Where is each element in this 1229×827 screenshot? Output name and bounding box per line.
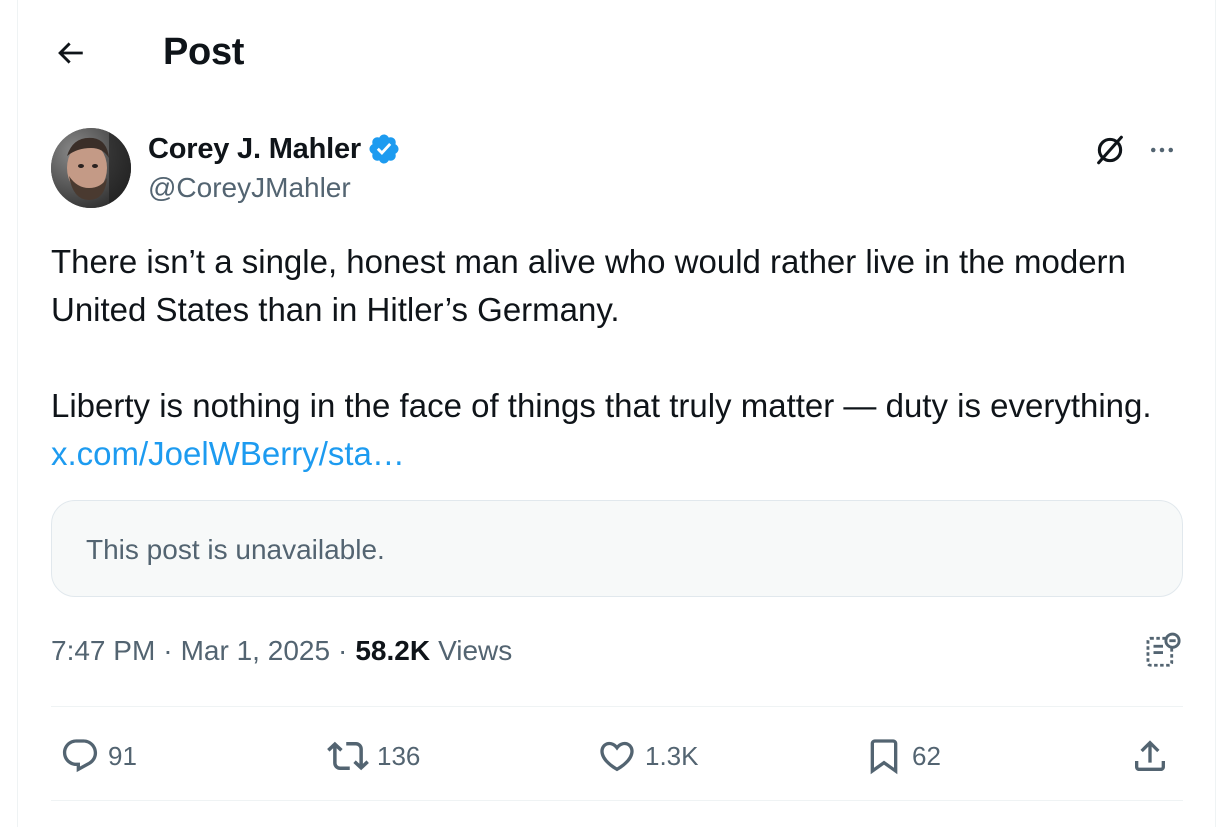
post-text: There isn’t a single, honest man alive w…: [51, 238, 1161, 478]
share-button[interactable]: [1130, 733, 1170, 779]
post-paragraph: There isn’t a single, honest man alive w…: [51, 243, 1126, 328]
divider: [51, 706, 1183, 707]
quoted-post-card[interactable]: This post is unavailable.: [51, 500, 1183, 597]
analytics-icon: [1146, 632, 1181, 667]
more-options-button[interactable]: [1142, 130, 1182, 170]
share-icon: [1135, 740, 1165, 771]
reply-button[interactable]: 91: [60, 733, 137, 779]
verified-badge-icon[interactable]: [367, 132, 401, 166]
back-button[interactable]: [44, 30, 96, 76]
post-analytics-button[interactable]: [1140, 628, 1186, 674]
avatar-image: [51, 128, 131, 208]
bookmark-icon: [870, 739, 898, 775]
meta-separator: ·: [338, 635, 348, 666]
meta-separator: ·: [163, 635, 173, 666]
views-count: 58.2K: [355, 635, 431, 666]
reply-count: 91: [108, 740, 137, 771]
post-paragraph: Liberty is nothing in the face of things…: [51, 382, 1161, 478]
repost-count: 136: [377, 740, 421, 771]
views-label: Views: [438, 635, 513, 666]
like-count: 1.3K: [645, 740, 699, 771]
avatar[interactable]: [51, 128, 131, 208]
bookmark-count: 62: [912, 740, 941, 771]
post-time[interactable]: 7:47 PM: [51, 635, 155, 667]
page-header: Post: [0, 0, 1229, 106]
grok-button[interactable]: [1090, 130, 1130, 170]
post-meta: 7:47 PM · Mar 1, 2025 · 58.2K Views: [51, 635, 512, 667]
author-handle[interactable]: @CoreyJMahler: [148, 172, 351, 204]
reply-icon: [62, 739, 98, 773]
more-icon: [1151, 147, 1173, 153]
repost-icon: [327, 741, 369, 771]
grok-icon: [1097, 135, 1123, 165]
repost-button[interactable]: 136: [327, 733, 420, 779]
post-date[interactable]: Mar 1, 2025: [181, 635, 330, 667]
post-paragraph-text: Liberty is nothing in the face of things…: [51, 387, 1152, 424]
author-name-text: Corey J. Mahler: [148, 132, 361, 165]
quoted-post-unavailable-text: This post is unavailable.: [86, 534, 385, 565]
back-arrow-icon: [58, 42, 83, 64]
author-name[interactable]: Corey J. Mahler: [148, 132, 401, 166]
like-icon: [600, 741, 634, 772]
bookmark-button[interactable]: 62: [864, 733, 941, 779]
like-button[interactable]: 1.3K: [597, 733, 699, 779]
page-title: Post: [163, 31, 245, 73]
divider: [51, 800, 1183, 801]
post-link[interactable]: x.com/JoelWBerry/sta…: [51, 435, 405, 472]
